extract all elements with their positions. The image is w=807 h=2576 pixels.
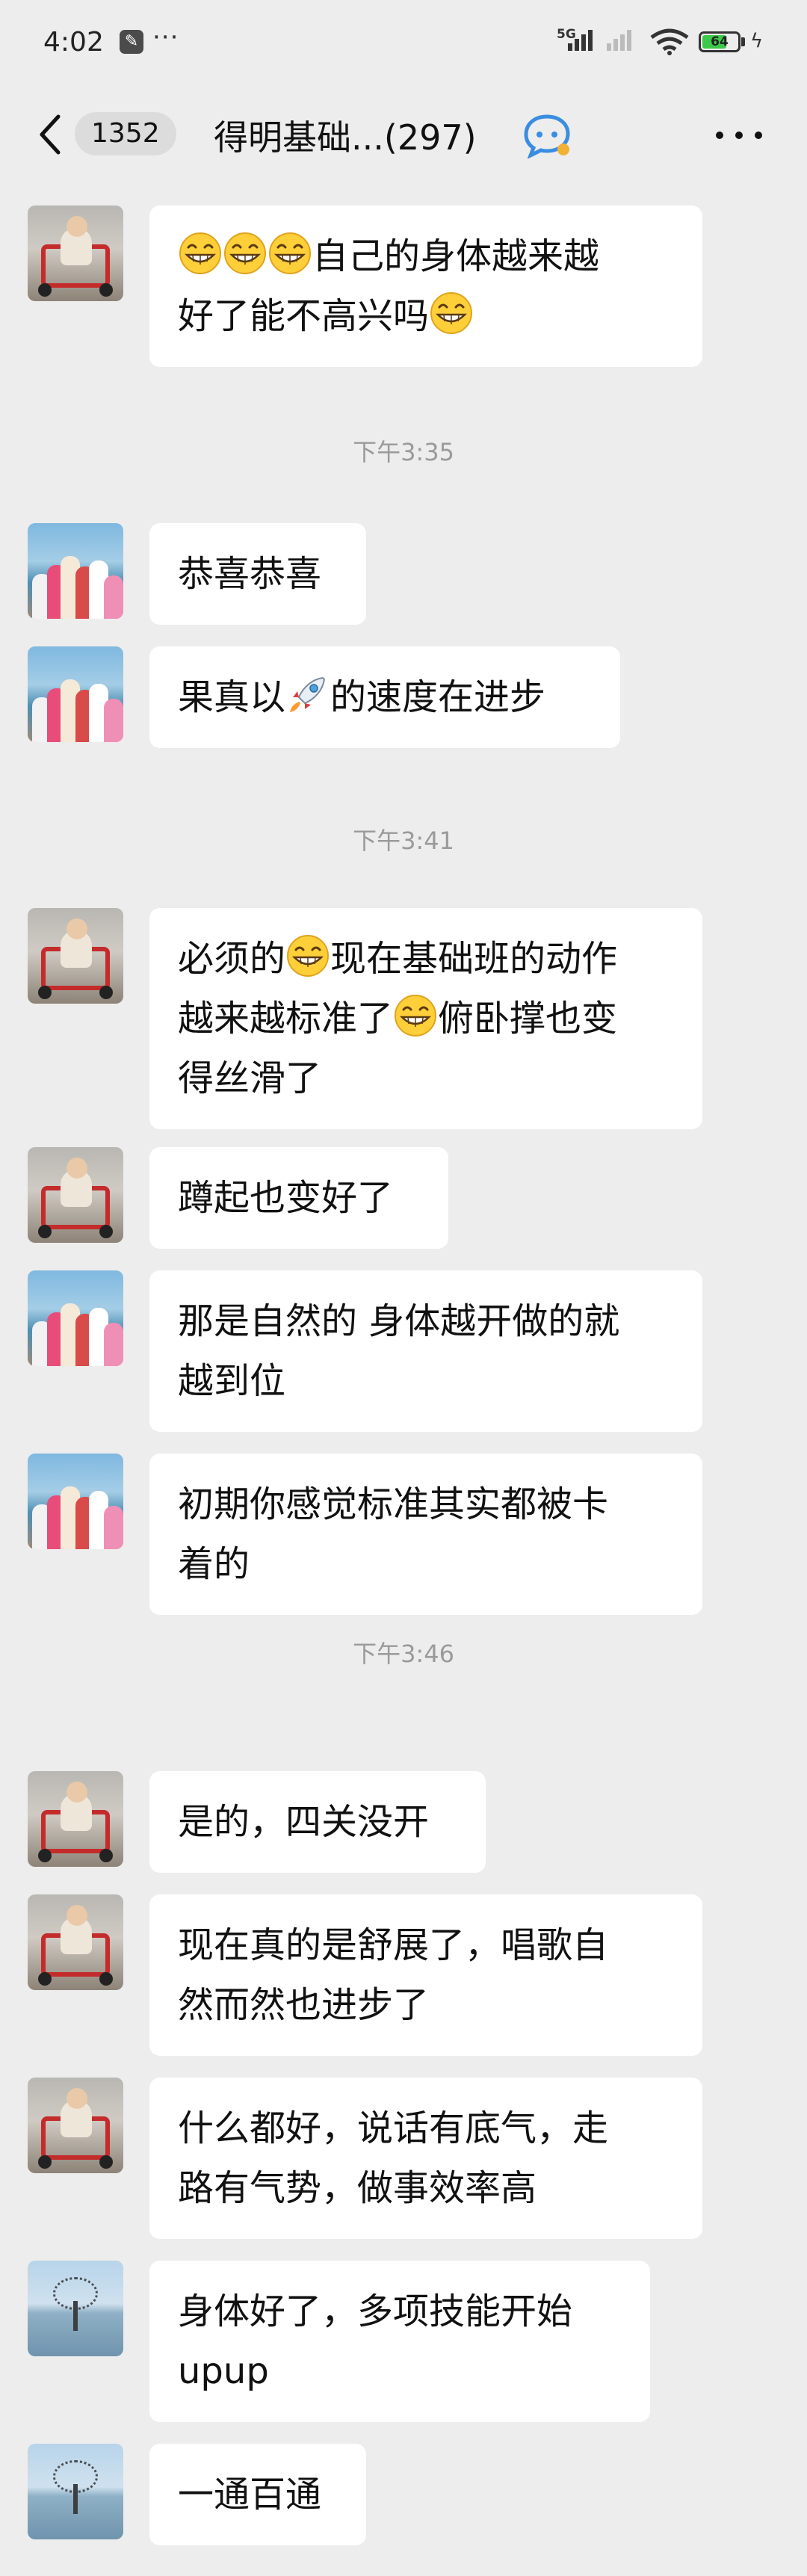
message-bubble[interactable]: 恭喜恭喜 [149, 523, 366, 625]
avatar-group-photo[interactable] [28, 1454, 123, 1549]
avatar-baby-walker[interactable] [28, 206, 123, 301]
avatar-tree-trunk [73, 2301, 78, 2331]
message-text: 必须的 [178, 938, 286, 980]
avatar-wheel [38, 1972, 52, 1986]
grin-emoji-icon [395, 995, 437, 1037]
grin-emoji-icon [179, 232, 221, 274]
message-bubble[interactable]: 是的，四关没开 [149, 1771, 486, 1873]
message-text: 恭喜恭喜 [178, 553, 322, 595]
avatar-person-shape [104, 575, 123, 619]
message-bubble[interactable]: 身体好了，多项技能开始 upup [149, 2261, 650, 2422]
message-bubble[interactable]: 初期你感觉标准其实都被卡 着的 [149, 1454, 702, 1615]
avatar-wheel [38, 283, 52, 297]
avatar-baby-walker[interactable] [28, 1771, 123, 1867]
avatar-head-shape [67, 1905, 87, 1926]
battery-level: 64 [711, 34, 729, 49]
message-text: 是的，四关没开 [178, 1801, 430, 1843]
notification-more-icon: ··· [152, 22, 179, 52]
avatar-wheel [99, 1972, 113, 1986]
message-text: 一通百通 [178, 2474, 322, 2515]
message-text: 蹲起也变好了 [178, 1177, 394, 1219]
avatar-wheel [38, 2155, 52, 2169]
message-text: 初期你感觉标准其实都被卡 着的 [178, 1483, 609, 1585]
grin-emoji-icon [287, 935, 330, 977]
message-bubble[interactable]: 自己的身体越来越 好了能不高兴吗 [149, 206, 702, 367]
avatar-wheel [99, 986, 113, 999]
chat-header: 1352 得明基础...(297) [0, 88, 807, 182]
avatar-person-shape [104, 1323, 123, 1366]
more-options-button[interactable] [714, 118, 767, 148]
avatar-wheel [99, 283, 113, 297]
message-bubble[interactable]: 果真以 的速度在进步 [149, 646, 620, 748]
avatar-head-shape [67, 216, 87, 237]
chat-title[interactable]: 得明基础...(297) [214, 111, 477, 160]
avatar-wheel [38, 1849, 52, 1862]
avatar-person-shape [104, 1506, 123, 1549]
battery-cap [741, 37, 745, 46]
message-bubble[interactable]: 什么都好，说话有底气，走 路有气势，做事效率高 [149, 2078, 702, 2239]
message-text: 现在真的是舒展了，唱歌自 然而然也进步了 [178, 1924, 609, 2026]
message-bubble[interactable]: 蹲起也变好了 [149, 1147, 448, 1249]
group-chat-icon[interactable] [522, 112, 574, 158]
battery-icon: 64 [699, 31, 740, 52]
avatar-wheel [38, 1225, 52, 1238]
status-bar: 4:02 ✎ ··· 5G 64 ϟ [0, 0, 807, 88]
avatar-wheel [99, 2155, 113, 2169]
message-bubble[interactable]: 必须的 现在基础班的动作 越来越标准了 俯卧撑也变 得丝滑了 [149, 908, 702, 1129]
message-bubble[interactable]: 现在真的是舒展了，唱歌自 然而然也进步了 [149, 1894, 702, 2056]
unread-count-badge[interactable]: 1352 [75, 112, 176, 155]
message-text: 的速度在进步 [330, 676, 546, 718]
grin-emoji-icon [430, 292, 473, 334]
charging-bolt-icon: ϟ [750, 30, 764, 52]
message-text: 什么都好，说话有底气，走 路有气势，做事效率高 [178, 2107, 609, 2209]
avatar-wheel [99, 1225, 113, 1238]
grin-emoji-icon [224, 232, 266, 274]
avatar-baby-walker[interactable] [28, 1147, 123, 1243]
avatar-wheel [99, 1849, 113, 1862]
avatar-group-photo[interactable] [28, 523, 123, 619]
message-bubble[interactable]: 一通百通 [149, 2444, 366, 2545]
status-time: 4:02 [43, 27, 104, 58]
grin-emoji-icon [269, 232, 311, 274]
message-timestamp: 下午3:46 [353, 1640, 454, 1668]
avatar-head-shape [67, 918, 87, 939]
wifi-icon [650, 28, 689, 55]
message-text: 身体好了，多项技能开始 upup [178, 2291, 573, 2392]
message-bubble[interactable]: 那是自然的 身体越开做的就 越到位 [149, 1270, 702, 1432]
avatar-baby-walker[interactable] [28, 1894, 123, 1990]
avatar-baby-walker[interactable] [28, 908, 123, 1004]
rocket-emoji-icon [290, 676, 326, 712]
message-text: 果真以 [178, 676, 286, 718]
wrench-icon: ✎ [120, 30, 143, 54]
message-timestamp: 下午3:41 [353, 827, 454, 855]
avatar-tree-trunk [73, 2484, 78, 2514]
avatar-wheel [38, 986, 52, 999]
signal-sim2-icon [607, 30, 634, 51]
avatar-head-shape [67, 1158, 87, 1179]
avatar-group-photo[interactable] [28, 1270, 123, 1366]
message-text: 那是自然的 身体越开做的就 越到位 [178, 1300, 620, 1402]
avatar-baby-walker[interactable] [28, 2078, 123, 2173]
avatar-group-photo[interactable] [28, 646, 123, 742]
avatar-lone-tree[interactable] [28, 2444, 123, 2539]
back-chevron-icon[interactable] [36, 112, 63, 157]
avatar-lone-tree[interactable] [28, 2261, 123, 2356]
signal-icon [568, 30, 595, 51]
message-timestamp: 下午3:35 [353, 438, 454, 466]
avatar-head-shape [67, 1782, 87, 1803]
avatar-head-shape [67, 2088, 87, 2109]
avatar-person-shape [104, 699, 123, 742]
